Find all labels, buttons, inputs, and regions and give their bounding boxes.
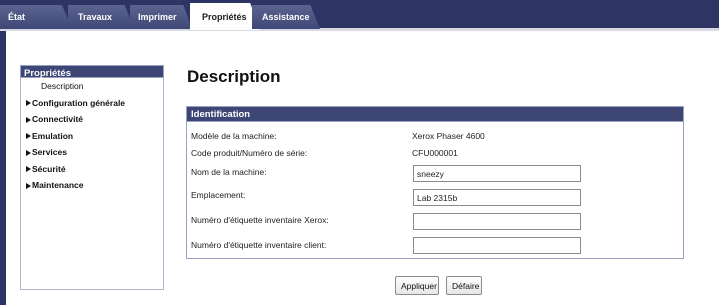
sidebar-item-label: Connectivité	[32, 114, 84, 124]
location-input[interactable]	[413, 189, 581, 206]
location-label: Emplacement:	[191, 190, 246, 200]
sidebar-item-label: Services	[32, 147, 67, 157]
model-value: Xerox Phaser 4600	[412, 131, 485, 141]
serial-label: Code produit/Numéro de série:	[191, 148, 308, 158]
sidebar-item-connectivite[interactable]: Connectivité	[21, 114, 163, 131]
sidebar-item-emulation[interactable]: Emulation	[21, 131, 163, 148]
sidebar: Propriétés Description Configuration gén…	[20, 65, 164, 290]
tab-label: Assistance	[262, 12, 310, 22]
sidebar-title: Propriétés	[20, 65, 164, 79]
sidebar-item-label: Description	[41, 81, 84, 91]
identification-section: Identification Modèle de la machine: Xer…	[186, 106, 684, 259]
sidebar-menu: Description Configuration générale Conne…	[20, 78, 164, 290]
model-label: Modèle de la machine:	[191, 131, 277, 141]
sidebar-item-services[interactable]: Services	[21, 147, 163, 164]
page-title: Description	[187, 67, 281, 86]
tab-label: Propriétés	[202, 12, 247, 22]
expand-arrow-icon	[26, 182, 31, 189]
expand-arrow-icon	[26, 100, 31, 107]
sidebar-item-label: Sécurité	[32, 163, 66, 174]
xerox-asset-label: Numéro d'étiquette inventaire Xerox:	[191, 215, 329, 225]
serial-value: CFU000001	[412, 148, 458, 158]
tab-label: Travaux	[78, 12, 113, 22]
undo-button[interactable]: Défaire	[446, 276, 482, 295]
tab-label: Imprimer	[138, 12, 177, 22]
tab-label: État	[8, 12, 26, 22]
sidebar-item-configuration-generale[interactable]: Configuration générale	[21, 98, 163, 115]
sidebar-item-maintenance[interactable]: Maintenance	[21, 180, 163, 197]
expand-arrow-icon	[26, 116, 31, 123]
apply-button[interactable]: Appliquer	[395, 276, 439, 295]
expand-arrow-icon	[26, 133, 31, 140]
sidebar-item-label: Maintenance	[32, 180, 84, 190]
tab-etat[interactable]: État	[0, 5, 72, 29]
client-asset-input[interactable]	[413, 237, 581, 254]
expand-arrow-icon	[26, 166, 31, 173]
sidebar-item-securite[interactable]: Sécurité	[21, 164, 163, 181]
section-title: Identification	[187, 107, 683, 122]
tab-imprimer[interactable]: Imprimer	[130, 5, 192, 29]
tab-travaux[interactable]: Travaux	[68, 5, 134, 29]
sidebar-item-label: Emulation	[32, 130, 74, 141]
xerox-asset-input[interactable]	[413, 213, 581, 230]
sidebar-item-label: Configuration générale	[32, 97, 126, 108]
tab-proprietes[interactable]: Propriétés	[190, 3, 260, 30]
tab-assistance[interactable]: Assistance	[252, 5, 320, 29]
expand-arrow-icon	[26, 149, 31, 156]
client-asset-label: Numéro d'étiquette inventaire client:	[191, 240, 327, 250]
machine-name-label: Nom de la machine:	[191, 167, 267, 177]
sidebar-item-description[interactable]: Description	[21, 81, 163, 98]
machine-name-input[interactable]	[413, 165, 581, 182]
